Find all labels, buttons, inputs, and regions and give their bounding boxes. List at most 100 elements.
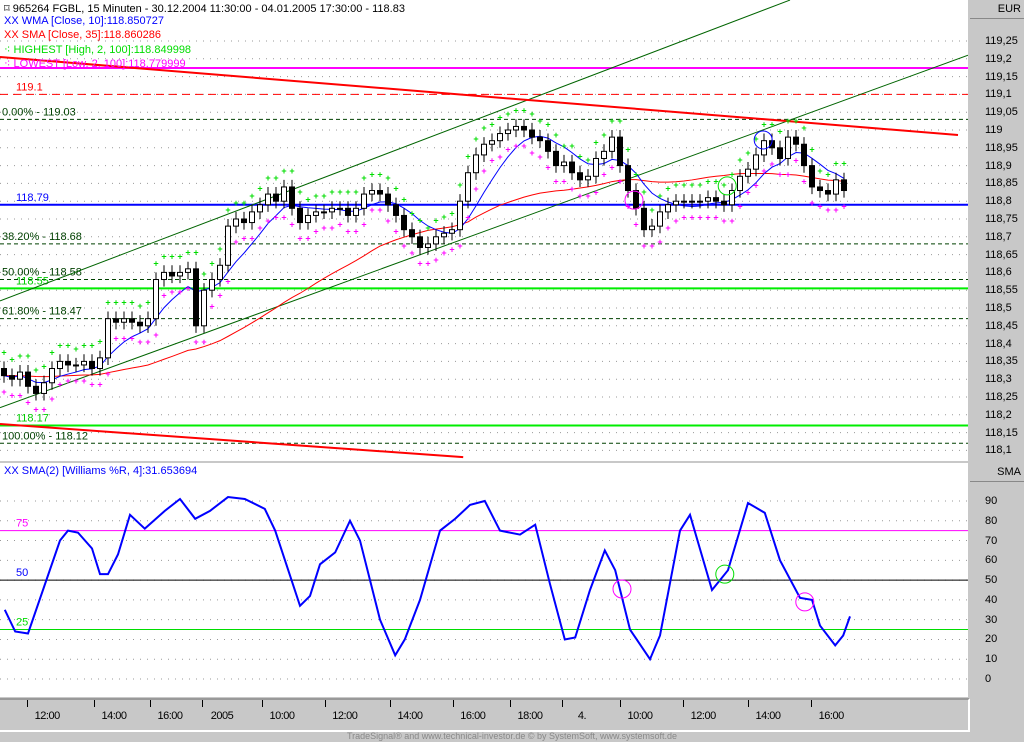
lowest-marker: + [137,337,142,347]
highest-marker: + [697,180,702,190]
price-tick-label: 118,6 [985,266,1012,279]
lowest-marker: + [657,237,662,247]
candle-body [481,143,487,156]
candle-body [105,318,111,359]
legend-williams[interactable]: XX SMA(2) [Williams %R, 4]:31.653694 [4,465,197,477]
candle-body [361,193,367,209]
price-tick-label: 118,15 [985,426,1018,439]
legend-lowest[interactable]: ⁖ LOWEST [Low, 2, 100]:118.779999 [4,57,186,70]
level-label: 0.00% - 119.03 [2,106,76,118]
price-chart-panel[interactable]: 119.1 0.00% - 119.03 118.79 38.20% - 118.68… [0,0,969,461]
highest-marker: + [137,301,142,311]
highest-marker: + [409,209,414,219]
highest-marker: + [417,216,422,226]
time-tick [94,700,95,707]
chart-menu-icon[interactable]: ⌑ [4,3,10,15]
candle-body [833,179,839,195]
lowest-marker: + [9,390,14,400]
lowest-marker: + [745,187,750,197]
time-axis[interactable]: 12:00 14:00 16:00 2005 10:00 12:00 14:00 16:00 1… [0,698,970,732]
candle-body [41,382,47,394]
lowest-marker: + [289,219,294,229]
candle-body [417,236,423,248]
highest-marker: + [705,177,710,187]
lowest-marker: + [577,191,582,201]
candle-body [433,236,439,245]
highest-marker: + [105,298,110,308]
candle-body [697,200,703,203]
lowest-marker: + [393,227,398,237]
wma-line [3,135,845,384]
highest-marker: + [49,347,54,357]
candle-body [505,129,511,135]
highest-marker: + [281,166,286,176]
highest-marker: + [233,198,238,208]
highest-marker: + [33,365,38,375]
highest-marker: + [41,362,46,372]
candle-body [705,197,711,202]
lowest-marker: + [465,212,470,222]
candle-body [513,125,519,131]
price-axis[interactable]: EUR 119,25 119,2 119,15 119,1 119,05 119 118,9… [970,0,1024,461]
highest-marker: + [153,258,158,268]
lowest-marker: + [225,276,230,286]
lowest-marker: + [129,333,134,343]
candle-body [625,165,631,192]
candle-body [465,172,471,202]
highest-marker: + [761,120,766,130]
lowest-marker: + [57,380,62,390]
highest-marker: + [9,355,14,365]
highest-marker: + [505,109,510,119]
candle-body [321,211,327,214]
candle-body [441,232,447,238]
lowest-marker: + [201,337,206,347]
lowest-marker: + [793,155,798,165]
highest-marker: + [425,223,430,233]
highest-marker: + [73,344,78,354]
footer-credit: TradeSignal® and www.technical-investor.… [346,731,678,741]
highest-marker: + [473,134,478,144]
highest-marker: + [329,187,334,197]
candle-body [673,200,679,206]
lowest-marker: + [49,394,54,404]
candle-body [593,157,599,177]
candle-body [177,271,183,277]
highest-marker: + [737,155,742,165]
candle-body [521,125,527,131]
candle-body [553,150,559,167]
highest-marker: + [433,216,438,226]
candle-body [9,375,15,380]
level-label: 38.20% - 118.68 [2,231,82,243]
candle-body [57,360,63,370]
highest-marker: + [513,105,518,115]
lowest-marker: + [609,162,614,172]
candle-body [529,129,535,138]
candle-body [569,161,575,174]
level-label: 25 [16,617,28,629]
price-tick-label: 119 [985,124,1003,136]
highest-marker: + [649,205,654,215]
indicator-tick-label: 80 [985,514,998,527]
highest-marker: + [321,191,326,201]
indicator-panel[interactable]: 75 50 25 XX SMA(2) [Williams %R, 4]:31.653… [0,463,968,697]
legend-sma[interactable]: XX SMA [Close, 35]:118.860286 [4,29,161,41]
legend-highest[interactable]: ⁖ HIGHEST [High, 2, 100]:118.849998 [4,43,191,56]
candle-body [201,289,207,327]
indicator-tick-label: 40 [985,593,998,606]
candle-body [657,211,663,227]
time-tick [562,700,563,707]
lowest-marker: + [25,397,30,407]
candle-body [801,143,807,167]
lowest-marker: + [209,301,214,311]
price-tick-label: 118,4 [985,337,1012,350]
highest-marker: + [841,159,846,169]
highest-marker: + [337,187,342,197]
highest-marker: + [785,116,790,126]
candle-body [457,200,463,231]
legend-wma[interactable]: XX WMA [Close, 10]:118.850727 [4,15,164,27]
lowest-marker: + [89,380,94,390]
highest-marker: + [817,166,822,176]
indicator-axis[interactable]: SMA 90 80 70 60 50 40 30 20 10 0 [970,463,1024,697]
highest-marker: + [185,248,190,258]
lowest-marker: + [545,162,550,172]
